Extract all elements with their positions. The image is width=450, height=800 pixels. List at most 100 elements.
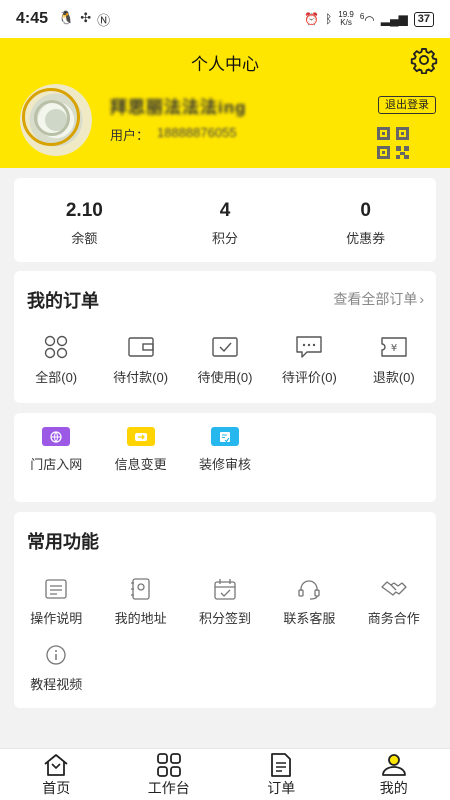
alarm-icon: ⏰: [304, 12, 320, 26]
account-stats: 2.10 余额 4 积分 0 优惠券: [14, 178, 436, 262]
address-icon: [130, 578, 150, 600]
stat-coupons[interactable]: 0 优惠券: [295, 178, 436, 262]
exchange-icon: [126, 427, 155, 446]
common-functions-card: 常用功能 操作说明 我的地址 积分签到 联系客服 商务合作 教程视频: [14, 512, 436, 708]
function-label: 操作说明: [30, 611, 83, 626]
function-label: 我的地址: [114, 611, 167, 626]
info-icon: [46, 645, 66, 665]
signal-type: 6: [359, 11, 365, 21]
speed-unit: K/s: [340, 18, 352, 27]
nfc-icon: Ⓝ: [97, 12, 111, 28]
my-orders-card: 我的订单 查看全部订单 › 全部(0) 待付款(0) 待使用(0) 待评价(0)…: [14, 271, 436, 403]
stat-balance[interactable]: 2.10 余额: [14, 178, 155, 262]
tab-workbench[interactable]: 工作台: [113, 749, 226, 800]
order-filter-unused[interactable]: 待使用(0): [183, 335, 267, 386]
function-label: 教程视频: [30, 677, 83, 692]
function-label: 商务合作: [367, 611, 420, 626]
check-box-icon: [212, 337, 238, 357]
globe-icon: [42, 427, 71, 446]
wifi-icon: 6◠: [359, 11, 375, 27]
function-label: 联系客服: [283, 611, 336, 626]
service-store-onboarding[interactable]: 门店入网: [14, 427, 98, 473]
bottom-tab-bar: 首页 工作台 订单 我的: [0, 748, 450, 800]
section-title: 我的订单: [27, 291, 99, 311]
stat-label: 余额: [71, 231, 98, 246]
order-filter-label: 全部(0): [35, 370, 78, 385]
battery-icon: 37: [413, 11, 434, 27]
function-tutorial-video[interactable]: 教程视频: [14, 644, 98, 693]
tab-home[interactable]: 首页: [0, 749, 113, 800]
tab-label: 工作台: [147, 780, 190, 796]
order-filter-review[interactable]: 待评价(0): [267, 335, 351, 386]
tab-label: 首页: [42, 780, 71, 796]
stat-label: 积分: [212, 231, 239, 246]
cellular-icon: ▂▄▆: [380, 12, 408, 26]
order-filter-label: 待使用(0): [197, 370, 253, 385]
svg-text:¥: ¥: [391, 343, 397, 354]
wallet-icon: [127, 337, 154, 357]
handshake-icon: [381, 581, 407, 596]
qr-code-icon[interactable]: [376, 126, 410, 160]
view-all-label: 查看全部订单: [333, 291, 418, 307]
service-info-change[interactable]: 信息变更: [98, 427, 182, 473]
service-label: 信息变更: [114, 457, 167, 472]
function-label: 积分签到: [198, 611, 251, 626]
store-services-card: 门店入网 信息变更 装修审核: [14, 413, 436, 502]
order-status-grid: 全部(0) 待付款(0) 待使用(0) 待评价(0) ¥ 退款(0): [14, 335, 436, 386]
user-label: 用户：: [110, 128, 150, 143]
section-title: 常用功能: [27, 532, 99, 552]
settings-icon[interactable]: [410, 46, 438, 74]
network-speed: 19.9 K/s: [338, 11, 354, 27]
tab-label: 我的: [379, 780, 408, 796]
stat-label: 优惠券: [346, 231, 386, 246]
order-filter-all[interactable]: 全部(0): [14, 335, 98, 386]
user-phone: 18888876055: [157, 125, 237, 140]
order-filter-label: 待评价(0): [281, 370, 337, 385]
order-filter-unpaid[interactable]: 待付款(0): [98, 335, 182, 386]
avatar-ring-inner: [34, 100, 70, 136]
tab-orders[interactable]: 订单: [225, 749, 338, 800]
document-icon: [45, 579, 67, 599]
tab-mine[interactable]: 我的: [338, 749, 450, 800]
order-filter-label: 退款(0): [372, 370, 415, 385]
workbench-icon: [156, 753, 181, 777]
order-filter-refund[interactable]: ¥ 退款(0): [352, 335, 436, 386]
bluetooth-icon: ᛒ: [325, 12, 333, 26]
chevron-right-icon: ›: [419, 291, 424, 307]
function-instructions[interactable]: 操作说明: [14, 578, 98, 627]
profile-icon: [381, 754, 406, 776]
home-icon: [44, 754, 68, 776]
common-functions-grid-row2: 教程视频: [14, 644, 436, 693]
service-renovation-audit[interactable]: 装修审核: [183, 427, 267, 473]
stat-value: 4: [219, 200, 231, 221]
function-business-cooperation[interactable]: 商务合作: [352, 578, 436, 627]
page-title: 个人中心: [191, 55, 259, 74]
refund-icon: ¥: [381, 337, 407, 357]
status-right: ⏰ ᛒ 19.9 K/s 6◠ ▂▄▆ 37: [304, 11, 434, 27]
avatar[interactable]: [12, 80, 92, 160]
notification-icons: 🐧 ✣ Ⓝ: [58, 10, 110, 29]
view-all-orders-link[interactable]: 查看全部订单 ›: [333, 289, 424, 309]
order-icon: [271, 753, 292, 777]
service-label: 门店入网: [30, 457, 83, 472]
grid-icon: [44, 335, 68, 359]
status-time: 4:45: [16, 10, 49, 27]
calendar-check-icon: [214, 579, 236, 600]
app-icon: ✣: [80, 9, 92, 25]
common-functions-grid: 操作说明 我的地址 积分签到 联系客服 商务合作: [14, 578, 436, 627]
stat-value: 2.10: [65, 200, 103, 221]
status-bar: 4:45 🐧 ✣ Ⓝ ⏰ ᛒ 19.9 K/s 6◠ ▂▄▆ 37: [0, 0, 450, 38]
comment-icon: [296, 336, 323, 358]
audit-icon: [210, 427, 239, 446]
user-id-row: 用户： 18888876055: [110, 125, 237, 144]
logout-button[interactable]: 退出登录: [378, 96, 436, 114]
service-label: 装修审核: [198, 457, 251, 472]
services-row: 门店入网 信息变更 装修审核: [14, 427, 267, 473]
function-points-checkin[interactable]: 积分签到: [183, 578, 267, 627]
headset-icon: [298, 580, 321, 600]
function-customer-service[interactable]: 联系客服: [267, 578, 351, 627]
stat-points[interactable]: 4 积分: [155, 178, 296, 262]
function-my-address[interactable]: 我的地址: [98, 578, 182, 627]
order-filter-label: 待付款(0): [113, 370, 169, 385]
tab-label: 订单: [267, 780, 296, 796]
